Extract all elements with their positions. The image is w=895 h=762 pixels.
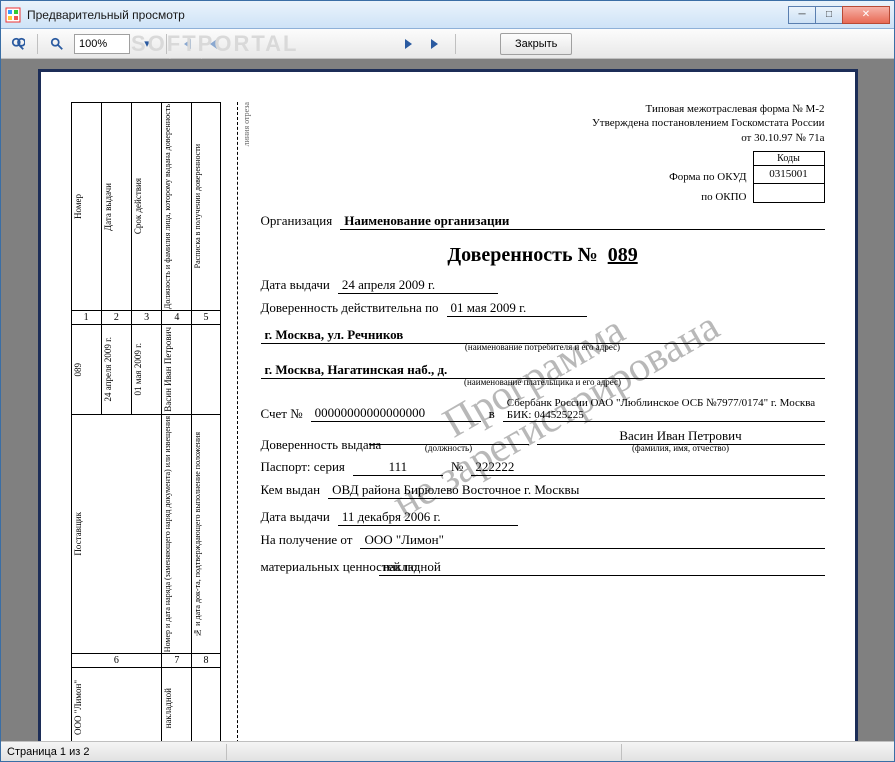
position-note: (должность) bbox=[369, 443, 529, 453]
issued-to-label: Доверенность выдана bbox=[261, 437, 361, 453]
maximize-button[interactable]: □ bbox=[815, 6, 843, 24]
receive-from-label: На получение от bbox=[261, 532, 353, 548]
stub-table: Номер Дата выдачи Срок действия Должност… bbox=[71, 102, 221, 741]
passport-num-label: № bbox=[451, 459, 463, 475]
close-window-button[interactable]: ✕ bbox=[842, 6, 890, 24]
stub-header: Срок действия bbox=[134, 178, 144, 234]
stub-colnum: 7 bbox=[162, 654, 192, 668]
stub-header: Дата выдачи bbox=[104, 183, 114, 231]
zoom-dropdown[interactable]: ▾ bbox=[136, 33, 158, 55]
stub-header: Поставщик bbox=[74, 512, 84, 556]
account-value: 00000000000000000 bbox=[311, 405, 481, 422]
titlebar: Предварительный просмотр ─ □ ✕ bbox=[1, 1, 894, 29]
passport-label: Паспорт: серия bbox=[261, 459, 345, 475]
name-note: (фамилия, имя, отчество) bbox=[537, 443, 825, 453]
stub-colnum: 8 bbox=[192, 654, 220, 668]
form-header: Типовая межотраслевая форма № М-2 Утверж… bbox=[261, 102, 825, 145]
stub-header: Номер и дата наряда (заменяющего наряд д… bbox=[164, 416, 173, 652]
okpo-value bbox=[754, 184, 824, 202]
separator bbox=[37, 34, 38, 54]
codes-block: Форма по ОКУД по ОКПО Коды 0315001 bbox=[261, 151, 825, 207]
stub-colnum: 1 bbox=[71, 311, 101, 325]
passport-date-label: Дата выдачи bbox=[261, 509, 330, 525]
minimize-button[interactable]: ─ bbox=[788, 6, 816, 24]
valid-until-value: 01 мая 2009 г. bbox=[447, 300, 587, 317]
form-header-line: от 30.10.97 № 71а bbox=[261, 131, 825, 145]
valid-until-label: Доверенность действительна по bbox=[261, 300, 439, 316]
org-value: Наименование организации bbox=[340, 213, 824, 230]
status-spacer2 bbox=[628, 744, 888, 760]
status-spacer bbox=[233, 744, 622, 760]
main-section: Типовая межотраслевая форма № М-2 Утверж… bbox=[261, 102, 825, 741]
tear-line: линия отреза bbox=[237, 102, 251, 741]
stub-header: № и дата док-та, подтверждающего выполне… bbox=[194, 432, 203, 637]
issued-by-value: ОВД района Бирюлево Восточное г. Москвы bbox=[328, 482, 824, 499]
form-header-line: Утверждена постановлением Госкомстата Ро… bbox=[261, 116, 825, 130]
receive-from-value: ООО "Лимон" bbox=[360, 532, 824, 549]
find-button[interactable] bbox=[7, 33, 29, 55]
passport-date-value: 11 декабря 2006 г. bbox=[338, 509, 518, 526]
window-buttons: ─ □ ✕ bbox=[789, 6, 890, 24]
title-text: Доверенность № bbox=[447, 244, 597, 266]
okpo-label: по ОКПО bbox=[669, 187, 746, 207]
zoom-button[interactable] bbox=[46, 33, 68, 55]
last-page-button[interactable] bbox=[425, 33, 447, 55]
next-page-button[interactable] bbox=[397, 33, 419, 55]
page-indicator: Страница 1 из 2 bbox=[7, 744, 227, 760]
app-icon bbox=[5, 7, 21, 23]
stub-colnum: 6 bbox=[71, 654, 162, 668]
stub-colnum: 3 bbox=[131, 311, 161, 325]
org-label: Организация bbox=[261, 213, 333, 229]
bank-value: Сбербанк России ОАО "Люблинское ОСБ №797… bbox=[503, 397, 825, 422]
issue-date-value: 24 апреля 2009 г. bbox=[338, 277, 498, 294]
separator bbox=[455, 34, 456, 54]
title-number: 089 bbox=[608, 244, 638, 266]
separator bbox=[166, 34, 167, 54]
codes-caption: Коды bbox=[754, 152, 824, 166]
stub-value: накладной bbox=[164, 688, 174, 728]
window-title: Предварительный просмотр bbox=[27, 8, 789, 22]
doc-title: Доверенность № 089 bbox=[261, 244, 825, 267]
preview-window: Предварительный просмотр ─ □ ✕ 100% ▾ За… bbox=[0, 0, 895, 762]
stub-value: Васин Иван Петрович bbox=[164, 327, 174, 412]
zoom-input[interactable]: 100% bbox=[74, 34, 130, 54]
first-page-button[interactable] bbox=[175, 33, 197, 55]
stub-header: Расписка в получении доверенности bbox=[194, 144, 203, 268]
in-label: в bbox=[489, 406, 495, 422]
stub-value: 01 мая 2009 г. bbox=[134, 343, 144, 395]
stub-section: Номер Дата выдачи Срок действия Должност… bbox=[71, 102, 221, 741]
okud-value: 0315001 bbox=[754, 166, 824, 184]
stub-colnum: 2 bbox=[101, 311, 131, 325]
statusbar: Страница 1 из 2 bbox=[1, 741, 894, 761]
close-button[interactable]: Закрыть bbox=[500, 33, 572, 55]
issue-date-label: Дата выдачи bbox=[261, 277, 330, 293]
toolbar: 100% ▾ Закрыть bbox=[1, 29, 894, 59]
stub-colnum: 5 bbox=[192, 311, 220, 325]
prev-page-button[interactable] bbox=[203, 33, 225, 55]
stub-value: ООО "Лимон" bbox=[74, 680, 84, 735]
document-viewport[interactable]: Программа не зарегистрирована Номер Дата… bbox=[1, 59, 894, 741]
stub-header: Номер bbox=[74, 194, 84, 219]
stub-value: 089 bbox=[74, 363, 84, 377]
document-page: Программа не зарегистрирована Номер Дата… bbox=[38, 69, 858, 741]
passport-series: 111 bbox=[353, 459, 443, 476]
tear-label: линия отреза bbox=[242, 102, 251, 146]
stub-value: 24 апреля 2009 г. bbox=[104, 337, 114, 402]
consumer-note: (наименование потребителя и его адрес) bbox=[261, 342, 825, 352]
okud-label: Форма по ОКУД bbox=[669, 167, 746, 187]
values-doc: накладной bbox=[379, 559, 825, 576]
stub-colnum: 4 bbox=[162, 311, 192, 325]
stub-header: Должность и фамилия лица, которому выдан… bbox=[164, 104, 173, 309]
values-label: материальных ценностей по bbox=[261, 559, 371, 575]
passport-number: 222222 bbox=[471, 459, 824, 476]
issued-by-label: Кем выдан bbox=[261, 482, 321, 498]
form-header-line: Типовая межотраслевая форма № М-2 bbox=[261, 102, 825, 116]
account-label: Счет № bbox=[261, 406, 303, 422]
payer-note: (наименование плательщика и его адрес) bbox=[261, 377, 825, 387]
